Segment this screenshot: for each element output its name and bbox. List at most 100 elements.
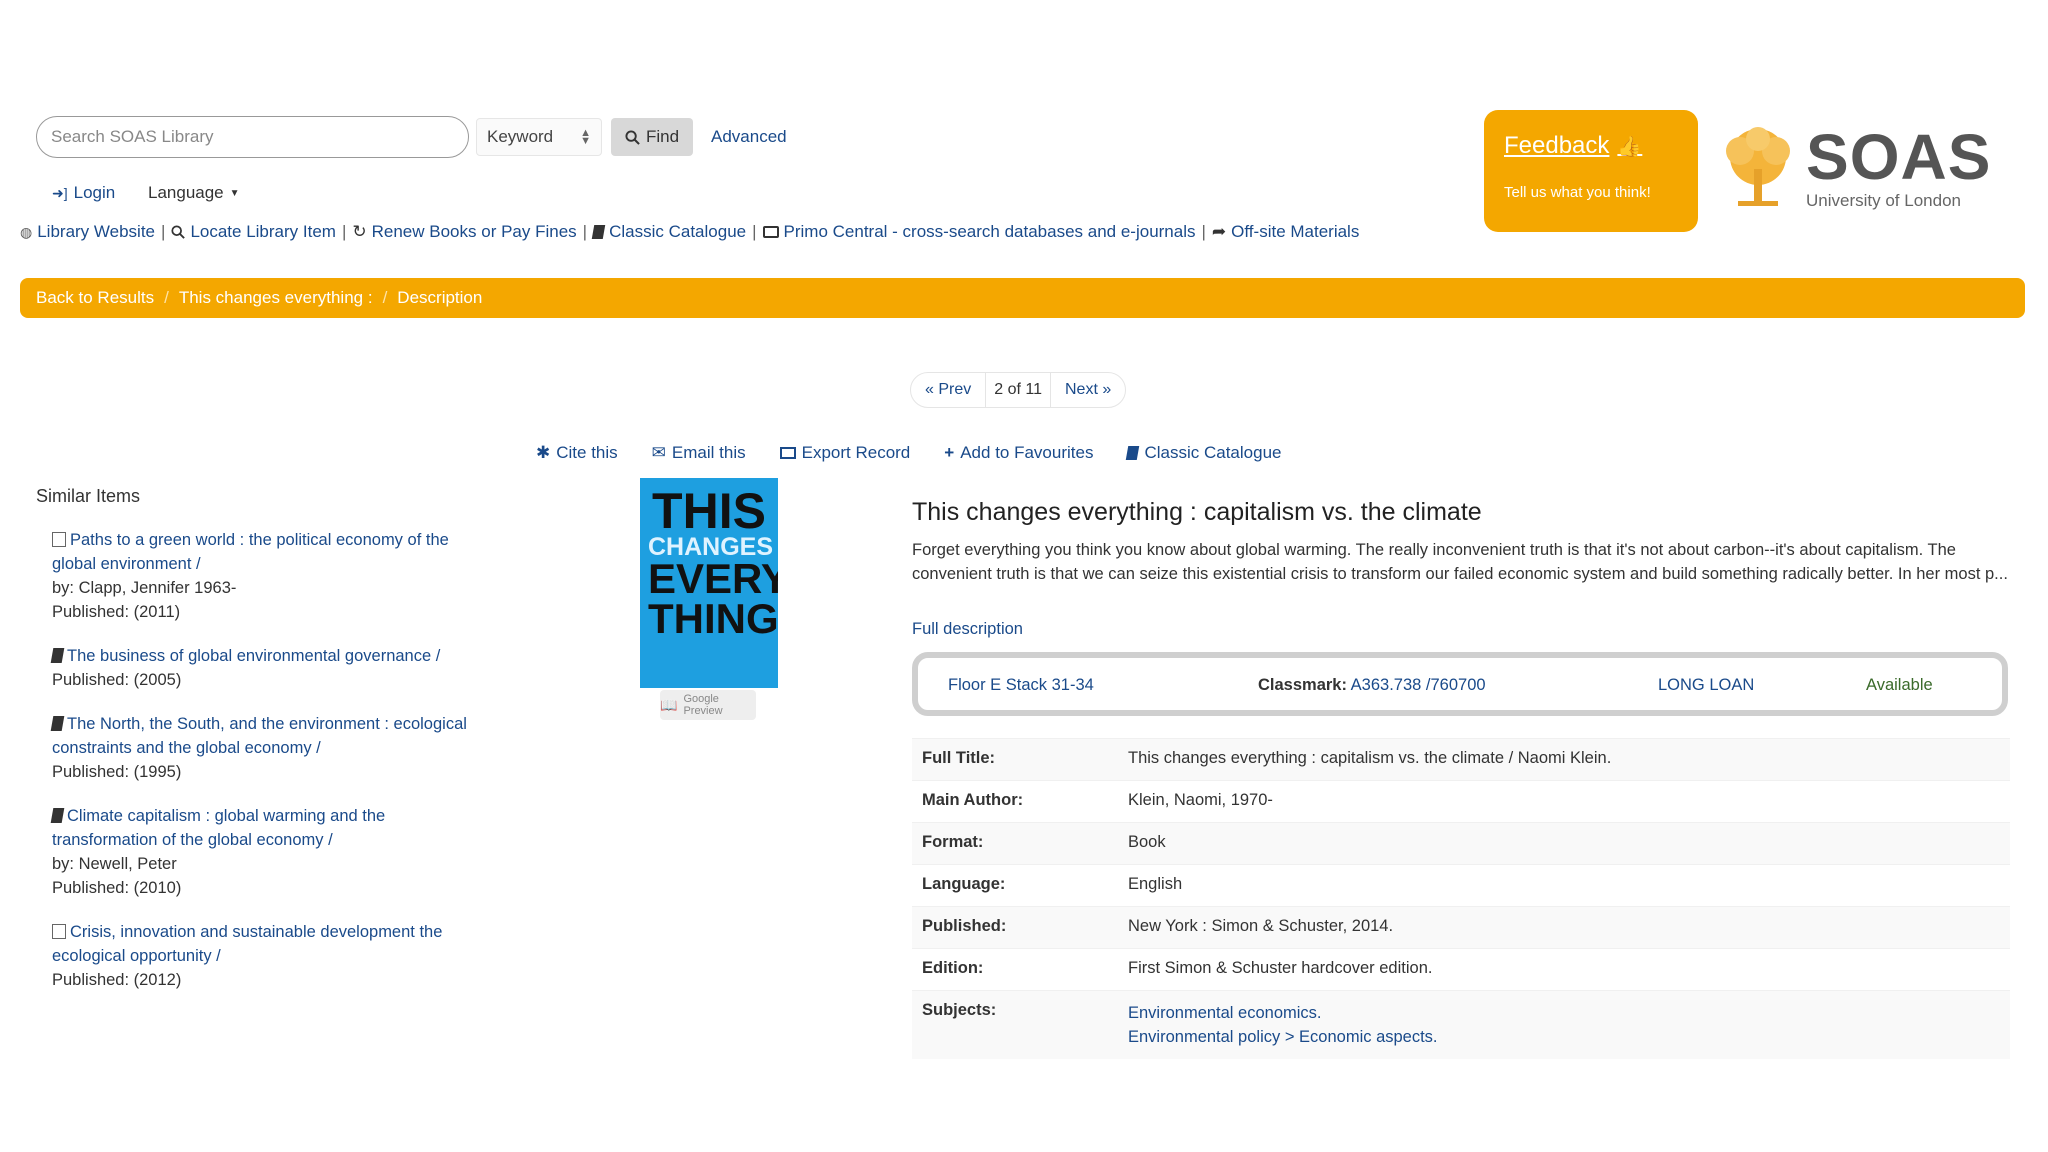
divider: | bbox=[341, 222, 347, 241]
table-row: Edition: First Simon & Schuster hardcove… bbox=[912, 948, 2010, 990]
table-row: Full Title: This changes everything : ca… bbox=[912, 738, 2010, 780]
divider: | bbox=[1201, 222, 1206, 241]
detail-value: First Simon & Schuster hardcover edition… bbox=[1128, 959, 1433, 977]
add-to-favourites-button[interactable]: + Add to Favourites bbox=[944, 443, 1093, 463]
breadcrumb-current: Description bbox=[397, 288, 483, 307]
similar-item-author: by: Newell, Peter bbox=[52, 855, 177, 873]
feedback-subtitle: Tell us what you think! bbox=[1504, 184, 1651, 201]
breadcrumb-separator: / bbox=[382, 288, 388, 307]
divider: | bbox=[752, 222, 757, 241]
table-row: Main Author: Klein, Naomi, 1970- bbox=[912, 780, 2010, 822]
breadcrumb-back-to-results[interactable]: Back to Results bbox=[36, 288, 154, 308]
similar-items-heading: Similar Items bbox=[36, 486, 141, 506]
table-row: Language: English bbox=[912, 864, 2010, 906]
language-menu[interactable]: Language ▼ bbox=[148, 183, 240, 203]
detail-value: English bbox=[1128, 875, 1183, 893]
record-title: This changes everything : capitalism vs.… bbox=[912, 498, 1482, 526]
detail-value: New York : Simon & Schuster, 2014. bbox=[1128, 917, 1394, 935]
quick-link-label: Off-site Materials bbox=[1231, 222, 1360, 241]
similar-item-link[interactable]: The North, the South, and the environmen… bbox=[50, 715, 467, 757]
similar-item-link[interactable]: The business of global environmental gov… bbox=[50, 647, 440, 665]
holding-location-link[interactable]: Floor E Stack 31-34 bbox=[948, 676, 1094, 694]
similar-item-link[interactable]: Paths to a green world : the political e… bbox=[52, 531, 449, 573]
language-label: Language bbox=[148, 183, 224, 202]
export-record-button[interactable]: Export Record bbox=[779, 443, 911, 463]
holding-location[interactable]: Floor E Stack 31-34 bbox=[948, 676, 1094, 695]
asterisk-icon: ✱ bbox=[536, 443, 551, 462]
breadcrumb-record-title[interactable]: This changes everything : bbox=[179, 288, 373, 308]
classic-catalogue-button[interactable]: Classic Catalogue bbox=[1126, 443, 1282, 463]
full-description-link[interactable]: Full description bbox=[912, 620, 1023, 639]
login-link[interactable]: ➜] Login bbox=[52, 183, 115, 203]
detail-label: Main Author: bbox=[922, 791, 1024, 809]
similar-item-link[interactable]: Climate capitalism : global warming and … bbox=[50, 807, 386, 849]
detail-label: Edition: bbox=[922, 959, 984, 977]
search-input[interactable] bbox=[36, 116, 469, 158]
open-book-icon: 📖 bbox=[660, 696, 678, 713]
detail-label: Subjects: bbox=[922, 1001, 997, 1019]
book-cover[interactable]: THIS CHANGES EVERY THING bbox=[640, 478, 778, 688]
action-label: Classic Catalogue bbox=[1144, 443, 1282, 462]
sign-in-icon: ➜] bbox=[52, 184, 68, 201]
detail-value: Book bbox=[1128, 833, 1166, 851]
email-this-button[interactable]: ✉ Email this bbox=[652, 443, 746, 463]
pager: « Prev 2 of 11 Next » bbox=[910, 372, 1127, 408]
similar-item-title: Paths to a green world : the political e… bbox=[52, 531, 449, 573]
next-button[interactable]: Next » bbox=[1050, 372, 1127, 408]
holding-status: Available bbox=[1866, 676, 1933, 694]
locate-item-link[interactable]: Locate Library Item bbox=[171, 222, 336, 242]
similar-item-title: The North, the South, and the environmen… bbox=[52, 715, 467, 757]
caret-down-icon: ▼ bbox=[229, 187, 240, 199]
list-icon bbox=[779, 447, 796, 459]
logo-text: SOAS University of London bbox=[1806, 125, 1991, 211]
google-preview-label: Google Preview bbox=[683, 693, 723, 717]
renew-books-link[interactable]: ↻ Renew Books or Pay Fines bbox=[352, 222, 576, 242]
similar-items-list: Paths to a green world : the political e… bbox=[50, 528, 492, 1012]
classic-catalogue-link[interactable]: Classic Catalogue bbox=[591, 222, 746, 242]
primo-central-link[interactable]: Primo Central - cross-search databases a… bbox=[762, 222, 1196, 242]
select-arrows-icon: ▲ ▼ bbox=[580, 127, 591, 147]
quick-link-label: Library Website bbox=[37, 222, 156, 241]
find-button[interactable]: Find bbox=[611, 118, 693, 156]
subject-link[interactable]: Environmental policy > Economic aspects. bbox=[1128, 1025, 1438, 1049]
prev-button[interactable]: « Prev bbox=[910, 372, 987, 408]
book-icon bbox=[50, 716, 65, 731]
envelope-icon: ✉ bbox=[651, 443, 666, 462]
holding-loan-type: LONG LOAN bbox=[1658, 676, 1755, 694]
quick-link-label: Primo Central - cross-search databases a… bbox=[783, 222, 1196, 241]
advanced-search-link[interactable]: Advanced bbox=[711, 127, 787, 147]
classmark-value[interactable]: A363.738 /760700 bbox=[1351, 676, 1486, 694]
refresh-icon: ↻ bbox=[352, 222, 367, 241]
detail-label: Language: bbox=[922, 875, 1006, 893]
detail-label: Published: bbox=[922, 917, 1007, 935]
feedback-link[interactable]: Feedback 👍 bbox=[1504, 132, 1678, 160]
similar-item-title: Climate capitalism : global warming and … bbox=[52, 807, 386, 849]
classmark-label: Classmark: bbox=[1258, 676, 1347, 694]
cite-this-button[interactable]: ✱ Cite this bbox=[536, 443, 618, 463]
list-item: The North, the South, and the environmen… bbox=[50, 712, 492, 784]
page-count: 2 of 11 bbox=[986, 372, 1050, 408]
ebook-icon bbox=[52, 532, 66, 547]
library-website-link[interactable]: ◍ Library Website bbox=[20, 222, 155, 242]
login-label: Login bbox=[73, 183, 116, 202]
similar-item-published: Published: (2012) bbox=[52, 971, 182, 989]
soas-logo[interactable]: SOAS University of London bbox=[1718, 125, 1991, 211]
table-row: Subjects: Environmental economics. Envir… bbox=[912, 990, 2010, 1059]
subject-link[interactable]: Environmental economics. bbox=[1128, 1001, 1438, 1025]
share-icon: ➦ bbox=[1211, 222, 1227, 241]
cover-line: EVERY bbox=[648, 555, 778, 603]
similar-item-link[interactable]: Crisis, innovation and sustainable devel… bbox=[52, 923, 442, 965]
author-link[interactable]: Klein, Naomi, 1970- bbox=[1128, 791, 1273, 810]
similar-item-published: Published: (2010) bbox=[52, 879, 182, 897]
search-type-select[interactable]: Keyword ▲ ▼ bbox=[476, 118, 602, 156]
feedback-box[interactable]: Feedback 👍 Tell us what you think! bbox=[1484, 110, 1698, 232]
breadcrumb-separator: / bbox=[164, 288, 169, 307]
list-item: The business of global environmental gov… bbox=[50, 644, 492, 692]
cover-line: THIS bbox=[652, 483, 766, 539]
offsite-materials-link[interactable]: ➦ Off-site Materials bbox=[1212, 222, 1359, 242]
detail-value: This changes everything : capitalism vs.… bbox=[1128, 749, 1612, 767]
search-type-value: Keyword bbox=[487, 127, 554, 146]
google-preview-button[interactable]: 📖 Google Preview bbox=[660, 690, 756, 720]
similar-item-published: Published: (1995) bbox=[52, 763, 182, 781]
action-label: Export Record bbox=[801, 443, 911, 462]
